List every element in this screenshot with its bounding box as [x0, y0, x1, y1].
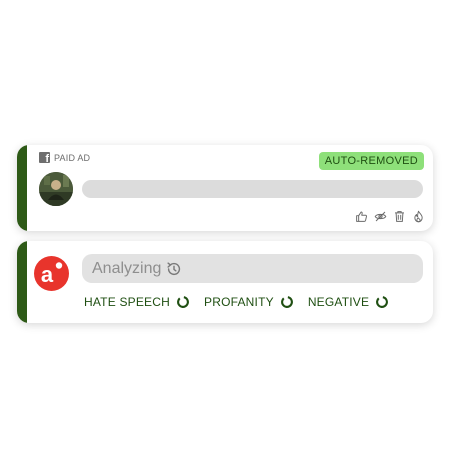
avatar [39, 172, 73, 206]
tag-label: PROFANITY [204, 295, 274, 309]
tag-label: HATE SPEECH [84, 295, 170, 309]
analyzing-status-field: Analyzing [82, 254, 423, 283]
card-accent-bar [17, 241, 27, 323]
facebook-icon: f [39, 152, 50, 163]
ad-actions [355, 210, 425, 223]
card-accent-bar [17, 145, 27, 231]
spinner-icon [280, 296, 293, 308]
trash-icon[interactable] [393, 210, 406, 223]
logo-letter: a [41, 262, 54, 287]
spinner-icon [376, 296, 389, 308]
ad-card: f PAID AD AUTO-REMOVED [17, 145, 433, 231]
tag-negative: NEGATIVE [308, 295, 389, 309]
analysis-card: a Analyzing HATE SPEECH PROFANITY NEGATI… [17, 241, 433, 323]
paid-ad-text: PAID AD [54, 152, 91, 163]
analysis-tags: HATE SPEECH PROFANITY NEGATIVE [84, 295, 403, 309]
tag-label: NEGATIVE [307, 295, 370, 309]
analyzing-text: Analyzing [92, 259, 162, 277]
tag-hate-speech: HATE SPEECH [84, 295, 190, 309]
ad-source-label: f PAID AD [39, 152, 90, 163]
tag-profanity: PROFANITY [204, 295, 294, 309]
spinner-icon [177, 296, 189, 308]
auto-removed-badge: AUTO-REMOVED [318, 152, 424, 170]
refresh-icon [167, 261, 181, 275]
brand-logo: a [34, 256, 69, 291]
ad-text-placeholder [82, 180, 423, 198]
thumbs-up-icon[interactable] [355, 210, 368, 223]
eye-off-icon[interactable] [374, 210, 387, 223]
fire-icon[interactable] [412, 210, 425, 223]
stage: f PAID AD AUTO-REMOVED a Analyzing HATE … [0, 0, 450, 449]
